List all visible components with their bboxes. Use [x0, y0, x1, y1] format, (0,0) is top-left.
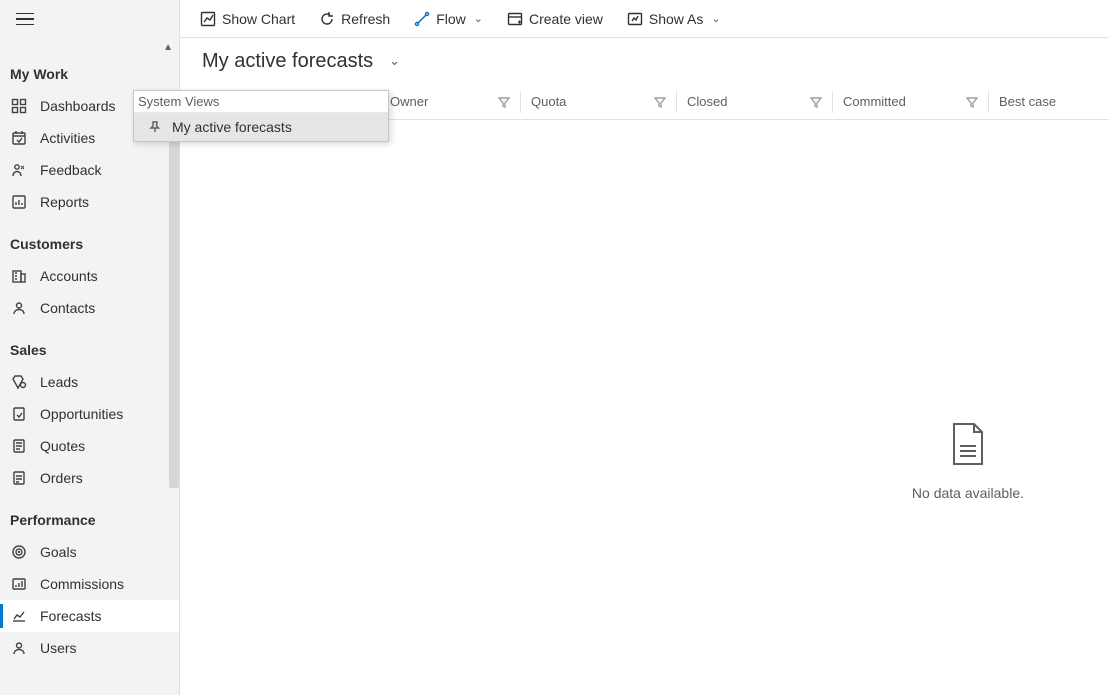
show-as-label: Show As: [649, 11, 703, 27]
hamburger-menu-button[interactable]: [16, 9, 36, 29]
column-header-label: Closed: [687, 94, 727, 109]
show-chart-button[interactable]: Show Chart: [192, 7, 303, 31]
sidebar-item-label: Opportunities: [40, 406, 123, 422]
goals-icon: [10, 543, 28, 561]
sidebar-item-label: Leads: [40, 374, 78, 390]
flow-icon: [414, 11, 430, 27]
sidebar-item-quotes[interactable]: Quotes: [0, 430, 179, 462]
quotes-icon: [10, 437, 28, 455]
view-selector-dropdown: System Views My active forecasts: [133, 90, 389, 142]
feedback-icon: [10, 161, 28, 179]
sidebar-item-label: Feedback: [40, 162, 101, 178]
column-header-label: Best case: [999, 94, 1056, 109]
empty-state-text: No data available.: [912, 485, 1024, 501]
view-dropdown-header: System Views: [134, 91, 388, 113]
flow-button[interactable]: Flow ⌄: [406, 7, 491, 31]
view-option-my-active-forecasts[interactable]: My active forecasts: [134, 113, 388, 141]
users-icon: [10, 639, 28, 657]
column-header-committed[interactable]: Committed: [832, 91, 988, 113]
pin-icon: [148, 120, 162, 134]
commissions-icon: [10, 575, 28, 593]
sidebar-item-label: Dashboards: [40, 98, 116, 114]
show-chart-label: Show Chart: [222, 11, 295, 27]
chart-icon: [200, 11, 216, 27]
reports-icon: [10, 193, 28, 211]
nav-group-title: Sales: [0, 342, 179, 366]
view-selector-chevron[interactable]: ⌄: [385, 49, 404, 73]
sidebar-item-users[interactable]: Users: [0, 632, 179, 664]
sidebar-item-label: Forecasts: [40, 608, 101, 624]
main: Show Chart Refresh Flow ⌄ Create view: [180, 0, 1109, 695]
view-header: My active forecasts ⌄: [180, 38, 1109, 84]
filter-icon[interactable]: [810, 96, 822, 108]
nav-group-title: Customers: [0, 236, 179, 260]
column-header-quota[interactable]: Quota: [520, 91, 676, 113]
leads-icon: [10, 373, 28, 391]
sidebar-item-feedback[interactable]: Feedback: [0, 154, 179, 186]
filter-icon[interactable]: [498, 96, 510, 108]
document-icon: [947, 420, 989, 468]
show-as-icon: [627, 11, 643, 27]
contacts-icon: [10, 299, 28, 317]
sidebar-item-contacts[interactable]: Contacts: [0, 292, 179, 324]
sidebar-item-orders[interactable]: Orders: [0, 462, 179, 494]
sidebar-item-label: Commissions: [40, 576, 124, 592]
filter-icon[interactable]: [966, 96, 978, 108]
refresh-label: Refresh: [341, 11, 390, 27]
refresh-button[interactable]: Refresh: [311, 7, 398, 31]
sidebar-item-label: Users: [40, 640, 77, 656]
view-title: My active forecasts: [202, 50, 373, 73]
flow-label: Flow: [436, 11, 466, 27]
opportunities-icon: [10, 405, 28, 423]
sidebar-item-goals[interactable]: Goals: [0, 536, 179, 568]
create-view-icon: [507, 11, 523, 27]
refresh-icon: [319, 11, 335, 27]
create-view-label: Create view: [529, 11, 603, 27]
column-header-label: Committed: [843, 94, 906, 109]
column-header-owner[interactable]: Owner: [380, 91, 520, 113]
column-header-best_case[interactable]: Best case: [988, 91, 1108, 113]
nav-group-title: Performance: [0, 512, 179, 536]
chevron-down-icon: ⌄: [474, 12, 483, 25]
orders-icon: [10, 469, 28, 487]
show-as-button[interactable]: Show As ⌄: [619, 7, 729, 31]
sidebar-scrollbar[interactable]: [169, 98, 179, 488]
dashboard-icon: [10, 97, 28, 115]
grid-body: No data available.: [180, 120, 1109, 695]
sidebar-item-reports[interactable]: Reports: [0, 186, 179, 218]
sidebar-item-accounts[interactable]: Accounts: [0, 260, 179, 292]
column-header-label: Owner: [390, 94, 428, 109]
sidebar-item-label: Contacts: [40, 300, 95, 316]
accounts-icon: [10, 267, 28, 285]
filter-icon[interactable]: [654, 96, 666, 108]
column-header-label: Quota: [531, 94, 566, 109]
chevron-down-icon: ⌄: [711, 12, 720, 25]
view-option-label: My active forecasts: [172, 119, 292, 135]
sidebar-item-label: Accounts: [40, 268, 98, 284]
sidebar-item-leads[interactable]: Leads: [0, 366, 179, 398]
sidebar-item-opportunities[interactable]: Opportunities: [0, 398, 179, 430]
empty-state: No data available.: [912, 420, 1024, 501]
command-bar: Show Chart Refresh Flow ⌄ Create view: [180, 0, 1109, 38]
nav-group-title: My Work: [0, 66, 179, 90]
sidebar-item-forecasts[interactable]: Forecasts: [0, 600, 179, 632]
create-view-button[interactable]: Create view: [499, 7, 611, 31]
column-header-closed[interactable]: Closed: [676, 91, 832, 113]
forecasts-icon: [10, 607, 28, 625]
sidebar-item-label: Quotes: [40, 438, 85, 454]
sidebar-item-commissions[interactable]: Commissions: [0, 568, 179, 600]
sidebar-item-label: Reports: [40, 194, 89, 210]
sidebar-item-label: Orders: [40, 470, 83, 486]
sidebar-item-label: Goals: [40, 544, 77, 560]
sidebar-item-label: Activities: [40, 130, 95, 146]
activities-icon: [10, 129, 28, 147]
